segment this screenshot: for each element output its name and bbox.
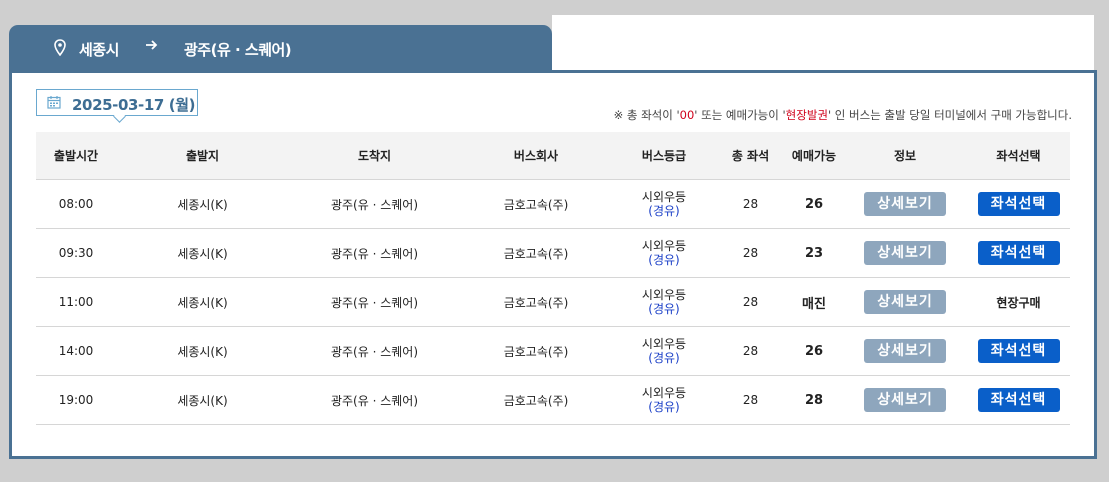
column-header: 예매가능: [785, 132, 843, 180]
location-pin-icon: [54, 39, 66, 60]
notice-text: ' 인 버스는 출발 당일 터미널에서 구매 가능합니다.: [827, 108, 1072, 122]
select-seat-button[interactable]: 좌석선택: [977, 241, 1060, 265]
bus-company: 금호고속(주): [460, 228, 612, 278]
detail-button[interactable]: 상세보기: [864, 241, 946, 265]
available-seats: 28: [785, 375, 843, 425]
available-seats: 매진: [785, 277, 843, 327]
detail-button[interactable]: 상세보기: [864, 192, 946, 216]
info-cell: 상세보기: [843, 277, 967, 327]
bus-grade: 시외우등 (경유): [612, 179, 716, 229]
column-header: 정보: [843, 132, 967, 180]
bus-grade: 시외우등 (경유): [612, 375, 716, 425]
detail-button[interactable]: 상세보기: [864, 290, 946, 314]
notice-onsite: 현장발권: [785, 108, 828, 122]
column-header: 버스회사: [460, 132, 612, 180]
table-row: 14:00 세종시(K) 광주(유 · 스퀘어) 금호고속(주) 시외우등 (경유) 28 2…: [36, 326, 1070, 376]
date-selector[interactable]: 2025-03-17 (월): [36, 89, 198, 123]
grade-label: 시외우등: [641, 337, 687, 351]
available-seats: 26: [785, 326, 843, 376]
departure-time: 09:30: [36, 228, 116, 278]
info-cell: 상세보기: [843, 375, 967, 425]
seat-select-cell: 좌석선택: [967, 228, 1070, 278]
via-label: (경유): [648, 204, 680, 218]
bus-grade: 시외우등 (경유): [612, 277, 716, 327]
grade-label: 시외우등: [641, 288, 687, 302]
timetable-panel: 2025-03-17 (월) ※ 총 좌석이 '00' 또는 예매가능이 '현장…: [9, 70, 1097, 459]
info-cell: 상세보기: [843, 326, 967, 376]
available-seats: 26: [785, 179, 843, 229]
top-background: [552, 15, 1094, 72]
departure-time: 08:00: [36, 179, 116, 229]
grade-label: 시외우등: [641, 239, 687, 253]
departure-time: 19:00: [36, 375, 116, 425]
onsite-purchase-label: 현장구매: [996, 295, 1041, 310]
seat-select-cell: 좌석선택: [967, 179, 1070, 229]
column-header: 좌석선택: [967, 132, 1070, 180]
column-header: 출발시간: [36, 132, 116, 180]
via-label: (경유): [648, 253, 680, 267]
table-row: 08:00 세종시(K) 광주(유 · 스퀘어) 금호고속(주) 시외우등 (경유) 28 2…: [36, 179, 1070, 229]
info-cell: 상세보기: [843, 228, 967, 278]
grade-label: 시외우등: [641, 190, 687, 204]
total-seats: 28: [716, 326, 785, 376]
notice-zero: 00: [679, 108, 695, 122]
table-header: 출발시간 출발지 도착지 버스회사 버스등급 총 좌석 예매가능 정보 좌석선택: [36, 132, 1070, 180]
seat-select-cell: 좌석선택: [967, 326, 1070, 376]
calendar-icon: [47, 95, 61, 113]
origin-terminal: 세종시(K): [116, 326, 289, 376]
column-header: 버스등급: [612, 132, 716, 180]
departure-time: 14:00: [36, 326, 116, 376]
table-body: 08:00 세종시(K) 광주(유 · 스퀘어) 금호고속(주) 시외우등 (경유) 28 2…: [36, 179, 1070, 425]
origin-terminal: 세종시(K): [116, 375, 289, 425]
total-seats: 28: [716, 277, 785, 327]
bus-company: 금호고속(주): [460, 179, 612, 229]
bus-company: 금호고속(주): [460, 277, 612, 327]
column-header: 총 좌석: [716, 132, 785, 180]
detail-button[interactable]: 상세보기: [864, 339, 946, 363]
destination-terminal: 광주(유 · 스퀘어): [289, 179, 460, 229]
seat-select-cell: 현장구매: [967, 277, 1070, 327]
total-seats: 28: [716, 179, 785, 229]
bus-timetable: 출발시간 출발지 도착지 버스회사 버스등급 총 좌석 예매가능 정보 좌석선택 08:00 세종…: [36, 132, 1070, 425]
total-seats: 28: [716, 228, 785, 278]
route-tab: 세종시 광주(유 · 스퀘어): [9, 25, 552, 72]
column-header: 출발지: [116, 132, 289, 180]
table-row: 11:00 세종시(K) 광주(유 · 스퀘어) 금호고속(주) 시외우등 (경유) 28 매…: [36, 277, 1070, 327]
available-seats: 23: [785, 228, 843, 278]
arrow-right-icon: [145, 37, 159, 56]
total-seats: 28: [716, 375, 785, 425]
origin-terminal: 세종시(K): [116, 228, 289, 278]
column-header: 도착지: [289, 132, 460, 180]
route-origin: 세종시: [79, 41, 119, 59]
purchase-notice: ※ 총 좌석이 '00' 또는 예매가능이 '현장발권' 인 버스는 출발 당일…: [614, 107, 1072, 123]
bus-company: 금호고속(주): [460, 375, 612, 425]
detail-button[interactable]: 상세보기: [864, 388, 946, 412]
bus-company: 금호고속(주): [460, 326, 612, 376]
departure-time: 11:00: [36, 277, 116, 327]
select-seat-button[interactable]: 좌석선택: [977, 388, 1060, 412]
destination-terminal: 광주(유 · 스퀘어): [289, 326, 460, 376]
via-label: (경유): [648, 400, 680, 414]
info-cell: 상세보기: [843, 179, 967, 229]
route-destination: 광주(유 · 스퀘어): [184, 41, 292, 59]
destination-terminal: 광주(유 · 스퀘어): [289, 228, 460, 278]
via-label: (경유): [648, 302, 680, 316]
select-seat-button[interactable]: 좌석선택: [977, 192, 1060, 216]
notice-text: ※ 총 좌석이 ': [613, 108, 680, 122]
notice-text: ' 또는 예매가능이 ': [694, 108, 786, 122]
table-row: 09:30 세종시(K) 광주(유 · 스퀘어) 금호고속(주) 시외우등 (경유) 28 2…: [36, 228, 1070, 278]
destination-terminal: 광주(유 · 스퀘어): [289, 277, 460, 327]
table-row: 19:00 세종시(K) 광주(유 · 스퀘어) 금호고속(주) 시외우등 (경유) 28 2…: [36, 375, 1070, 425]
seat-select-cell: 좌석선택: [967, 375, 1070, 425]
origin-terminal: 세종시(K): [116, 277, 289, 327]
grade-label: 시외우등: [641, 386, 687, 400]
bus-grade: 시외우등 (경유): [612, 228, 716, 278]
selected-date: 2025-03-17 (월): [72, 96, 196, 114]
via-label: (경유): [648, 351, 680, 365]
select-seat-button[interactable]: 좌석선택: [977, 339, 1060, 363]
origin-terminal: 세종시(K): [116, 179, 289, 229]
bus-grade: 시외우등 (경유): [612, 326, 716, 376]
destination-terminal: 광주(유 · 스퀘어): [289, 375, 460, 425]
